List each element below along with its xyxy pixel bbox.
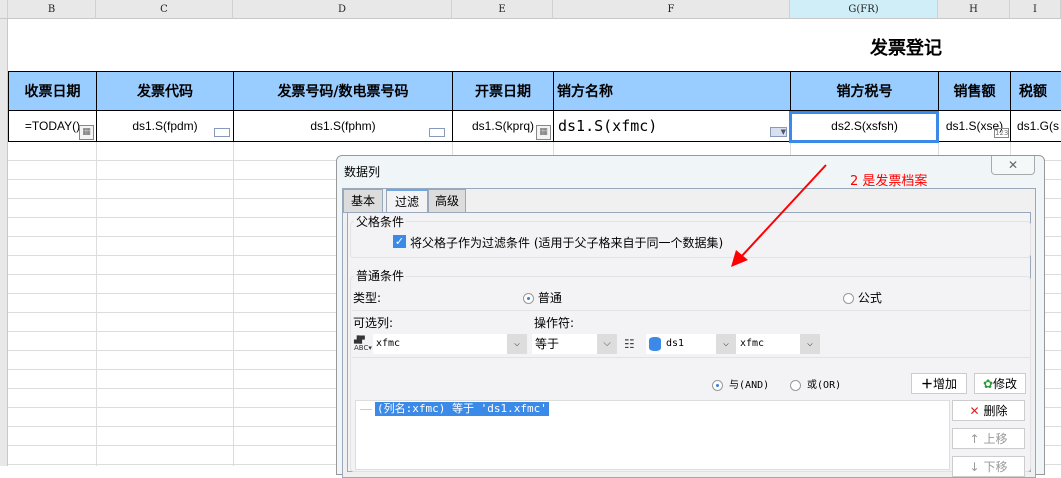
annotation-arrow bbox=[731, 164, 827, 267]
annotation-text: 2 是发票档案 bbox=[850, 174, 928, 189]
